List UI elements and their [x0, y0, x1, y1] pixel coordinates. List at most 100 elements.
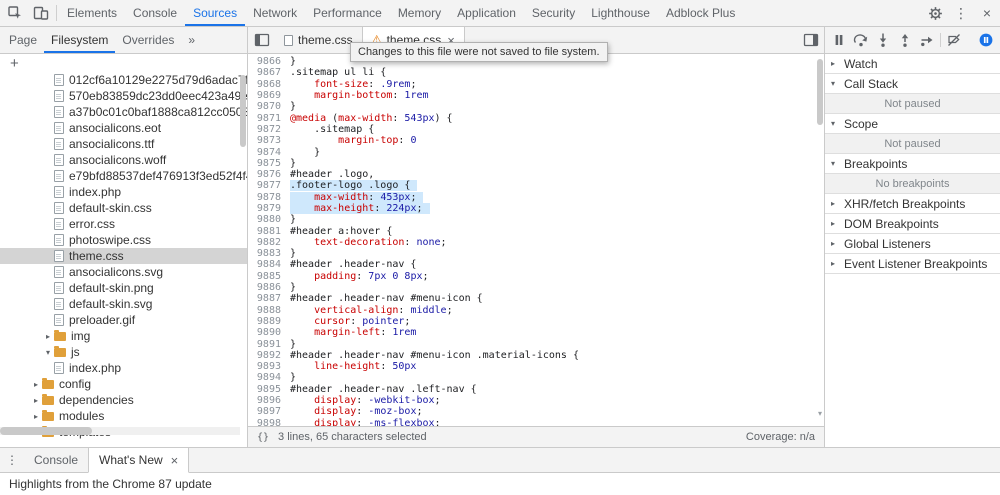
close-icon[interactable]: ×: [171, 453, 179, 468]
drawer-tab-what-s-new[interactable]: What's New×: [88, 448, 189, 473]
code-line-9887[interactable]: 9887#header .header-nav #menu-icon {: [248, 293, 824, 304]
tree-file-index-php[interactable]: index.php: [0, 184, 247, 200]
chevron-right-icon[interactable]: ▸: [30, 396, 42, 405]
line-number[interactable]: 9868: [248, 79, 290, 90]
code-line-9869[interactable]: 9869 margin-bottom: 1rem: [248, 90, 824, 101]
scrollbar-thumb[interactable]: [0, 427, 92, 435]
step-icon[interactable]: [916, 29, 938, 51]
code-line-9882[interactable]: 9882 text-decoration: none;: [248, 237, 824, 248]
line-number[interactable]: 9897: [248, 406, 290, 417]
chevron-right-icon[interactable]: ▸: [30, 380, 42, 389]
tree-file-ansocialicons-svg[interactable]: ansocialicons.svg: [0, 264, 247, 280]
chevron-right-icon[interactable]: ▸: [42, 332, 54, 341]
scroll-down-arrow-icon[interactable]: ▾: [818, 409, 822, 418]
code-line-9884[interactable]: 9884#header .header-nav {: [248, 259, 824, 270]
tree-file-photoswipe-css[interactable]: photoswipe.css: [0, 232, 247, 248]
tree-file-error-css[interactable]: error.css: [0, 216, 247, 232]
line-number[interactable]: 9898: [248, 418, 290, 426]
tree-folder-js[interactable]: ▾js: [0, 344, 247, 360]
line-number[interactable]: 9869: [248, 90, 290, 101]
more-options-kebab-icon[interactable]: ⋮: [948, 0, 974, 26]
line-number[interactable]: 9890: [248, 327, 290, 338]
tree-file-preloader-gif[interactable]: preloader.gif: [0, 312, 247, 328]
section-scope[interactable]: ▾Scope: [825, 114, 1000, 134]
drawer-tab-console[interactable]: Console: [24, 448, 88, 473]
line-number[interactable]: 9885: [248, 271, 290, 282]
tab-adblock-plus[interactable]: Adblock Plus: [658, 0, 743, 26]
code-line-9879[interactable]: 9879 max-height: 224px;: [248, 203, 824, 214]
add-folder-button[interactable]: +: [10, 56, 19, 71]
pause-icon[interactable]: [828, 29, 850, 51]
code-line-9898[interactable]: 9898 display: -ms-flexbox;: [248, 418, 824, 427]
section-breakpoints[interactable]: ▾Breakpoints: [825, 154, 1000, 174]
section-xhr-fetch-breakpoints[interactable]: ▸XHR/fetch Breakpoints: [825, 194, 1000, 214]
tab-performance[interactable]: Performance: [305, 0, 390, 26]
code-line-9871[interactable]: 9871@media (max-width: 543px) {: [248, 112, 824, 123]
tab-application[interactable]: Application: [449, 0, 524, 26]
tree-file-ansocialicons-eot[interactable]: ansocialicons.eot: [0, 120, 247, 136]
line-number[interactable]: 9894: [248, 372, 290, 383]
line-number[interactable]: 9871: [248, 113, 290, 124]
code-line-9889[interactable]: 9889 cursor: pointer;: [248, 316, 824, 327]
tree-folder-dependencies[interactable]: ▸dependencies: [0, 392, 247, 408]
sidebar-horizontal-scrollbar[interactable]: [0, 427, 240, 435]
line-number[interactable]: 9879: [248, 203, 290, 214]
tree-file-default-skin-png[interactable]: default-skin.png: [0, 280, 247, 296]
tab-lighthouse[interactable]: Lighthouse: [583, 0, 658, 26]
line-number[interactable]: 9889: [248, 316, 290, 327]
code-line-9890[interactable]: 9890 margin-left: 1rem: [248, 327, 824, 338]
chevron-down-icon[interactable]: ▾: [42, 348, 54, 357]
line-number[interactable]: 9867: [248, 67, 290, 78]
pause-on-exceptions-icon[interactable]: [975, 29, 997, 51]
tab-security[interactable]: Security: [524, 0, 583, 26]
code-area[interactable]: 9866}9867.sitemap ul li {9868 font-size:…: [248, 54, 824, 426]
sidebar-vertical-scrollbar[interactable]: [240, 75, 246, 147]
line-number[interactable]: 9884: [248, 259, 290, 270]
line-number[interactable]: 9870: [248, 101, 290, 112]
section-watch[interactable]: ▸Watch: [825, 54, 1000, 74]
code-line-9896[interactable]: 9896 display: -webkit-box;: [248, 395, 824, 406]
line-number[interactable]: 9892: [248, 350, 290, 361]
sidebar-tab-filesystem[interactable]: Filesystem: [44, 27, 115, 53]
tab-console[interactable]: Console: [125, 0, 185, 26]
more-tabs-icon[interactable]: »: [181, 27, 202, 53]
code-line-9895[interactable]: 9895#header .header-nav .left-nav {: [248, 384, 824, 395]
section-dom-breakpoints[interactable]: ▸DOM Breakpoints: [825, 214, 1000, 234]
tab-network[interactable]: Network: [245, 0, 305, 26]
tree-file-index-php[interactable]: index.php: [0, 360, 247, 376]
line-number[interactable]: 9872: [248, 124, 290, 135]
line-number[interactable]: 9895: [248, 384, 290, 395]
chevron-right-icon[interactable]: ▸: [30, 412, 42, 421]
line-number[interactable]: 9881: [248, 226, 290, 237]
tab-memory[interactable]: Memory: [390, 0, 449, 26]
line-number[interactable]: 9878: [248, 192, 290, 203]
code-line-9894[interactable]: 9894}: [248, 372, 824, 383]
tab-sources[interactable]: Sources: [185, 0, 245, 26]
code-line-9885[interactable]: 9885 padding: 7px 0 8px;: [248, 271, 824, 282]
format-code-icon[interactable]: {}: [257, 432, 269, 443]
line-number[interactable]: 9877: [248, 180, 290, 191]
code-line-9893[interactable]: 9893 line-height: 50px: [248, 361, 824, 372]
code-line-9888[interactable]: 9888 vertical-align: middle;: [248, 305, 824, 316]
section-event-listener-breakpoints[interactable]: ▸Event Listener Breakpoints: [825, 254, 1000, 274]
code-line-9873[interactable]: 9873 margin-top: 0: [248, 135, 824, 146]
code-line-9881[interactable]: 9881#header a:hover {: [248, 225, 824, 236]
line-number[interactable]: 9882: [248, 237, 290, 248]
code-line-9891[interactable]: 9891}: [248, 338, 824, 349]
code-line-9872[interactable]: 9872 .sitemap {: [248, 124, 824, 135]
tree-folder-config[interactable]: ▸config: [0, 376, 247, 392]
tree-folder-modules[interactable]: ▸modules: [0, 408, 247, 424]
tab-elements[interactable]: Elements: [59, 0, 125, 26]
code-line-9867[interactable]: 9867.sitemap ul li {: [248, 67, 824, 78]
toggle-debugger-icon[interactable]: [797, 27, 824, 54]
line-number[interactable]: 9883: [248, 248, 290, 259]
code-line-9876[interactable]: 9876#header .logo,: [248, 169, 824, 180]
step-out-icon[interactable]: [894, 29, 916, 51]
section-global-listeners[interactable]: ▸Global Listeners: [825, 234, 1000, 254]
line-number[interactable]: 9875: [248, 158, 290, 169]
code-line-9897[interactable]: 9897 display: -moz-box;: [248, 406, 824, 417]
deactivate-breakpoints-icon[interactable]: [943, 29, 965, 51]
code-line-9892[interactable]: 9892#header .header-nav #menu-icon .mate…: [248, 350, 824, 361]
section-call-stack[interactable]: ▾Call Stack: [825, 74, 1000, 94]
editor-vertical-scrollbar[interactable]: [817, 59, 823, 125]
